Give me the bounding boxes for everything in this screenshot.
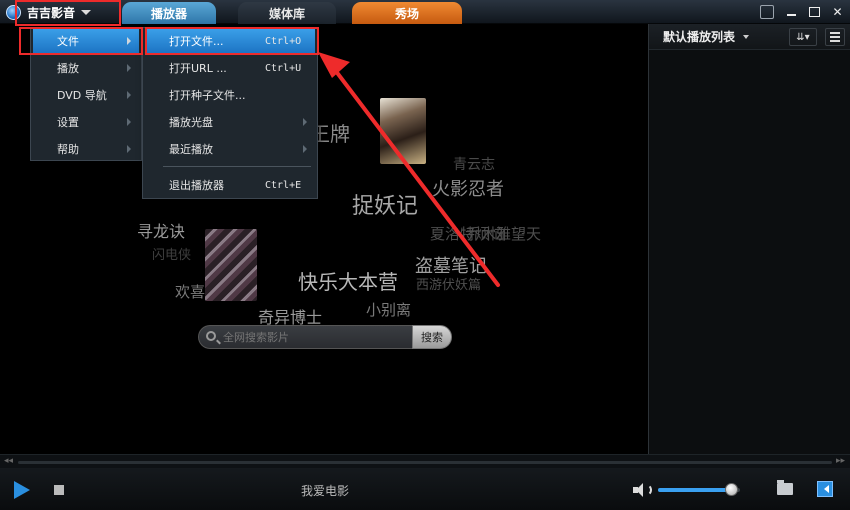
seek-forward-icon[interactable]: ▸▸ [836, 456, 845, 466]
menu-item-exit[interactable]: 退出播放器 Ctrl+E [145, 173, 315, 197]
menu-item-label: 帮助 [57, 143, 79, 156]
menu-item-settings[interactable]: 设置 [33, 110, 139, 134]
volume-fill [658, 488, 732, 492]
menu-item-open-url[interactable]: 打开URL ... Ctrl+U [145, 56, 315, 80]
menu-shortcut: Ctrl+O [265, 35, 302, 47]
menu-item-label: 打开URL ... [169, 62, 227, 75]
menu-shortcut: Ctrl+U [265, 62, 302, 74]
control-bar: 我爱电影 [0, 468, 850, 510]
movie-poster[interactable] [205, 229, 257, 301]
menu-item-open-torrent[interactable]: 打开种子文件... [145, 83, 315, 107]
skin-icon[interactable] [760, 5, 774, 19]
close-icon[interactable]: ✕ [829, 3, 846, 20]
menu-item-label: 文件 [57, 35, 79, 48]
menu-item-help[interactable]: 帮助 [33, 137, 139, 161]
search-bar: 搜索 [198, 325, 454, 349]
app-dropdown-menu: 文件 播放 DVD 导航 设置 帮助 [30, 27, 142, 161]
playlist-title[interactable]: 默认播放列表 [663, 28, 735, 45]
search-button[interactable]: 搜索 [412, 325, 452, 349]
file-submenu: 打开文件... Ctrl+O 打开URL ... Ctrl+U 打开种子文件..… [142, 27, 318, 199]
volume-slider[interactable] [658, 483, 740, 496]
menu-item-file[interactable]: 文件 [33, 29, 139, 53]
movie-poster[interactable] [380, 98, 426, 164]
app-name: 吉吉影音 [27, 5, 76, 20]
chevron-right-icon [127, 64, 131, 72]
chevron-right-icon [127, 145, 131, 153]
chevron-right-icon [127, 91, 131, 99]
tag-cloud-item[interactable]: 快乐大本营 [298, 266, 398, 295]
tag-cloud-item[interactable]: 欢喜 [175, 281, 205, 302]
tag-cloud-item[interactable]: 小别离 [366, 299, 411, 320]
menu-item-play[interactable]: 播放 [33, 56, 139, 80]
search-input[interactable] [198, 325, 414, 349]
app-menu-button[interactable]: 吉吉影音 [2, 1, 118, 23]
menu-divider [163, 166, 311, 167]
volume-wave-icon [644, 484, 652, 496]
menu-icon[interactable] [825, 28, 845, 46]
sort-button[interactable]: ⇊▾ [789, 28, 817, 46]
menu-item-open-file[interactable]: 打开文件... Ctrl+O [145, 29, 315, 53]
menu-item-play-disc[interactable]: 播放光盘 [145, 110, 315, 134]
menu-item-label: 最近播放 [169, 143, 213, 156]
tag-cloud-item[interactable]: 寻龙诀 [137, 218, 185, 242]
chevron-right-icon [127, 37, 131, 45]
title-bar: 吉吉影音 播放器 媒体库 秀场 ✕ [0, 0, 850, 24]
menu-item-label: 设置 [57, 116, 79, 129]
tag-cloud-item[interactable]: 捉妖记 [352, 188, 418, 220]
menu-item-label: 打开种子文件... [169, 89, 246, 102]
menu-item-label: DVD 导航 [57, 89, 107, 102]
menu-item-label: 退出播放器 [169, 179, 224, 192]
menu-shortcut: Ctrl+E [265, 179, 302, 191]
progress-bar[interactable]: ◂◂ ▸▸ [0, 454, 850, 468]
menu-item-label: 播放光盘 [169, 116, 213, 129]
chevron-down-icon[interactable] [743, 34, 750, 39]
menu-item-label: 播放 [57, 62, 79, 75]
playlist-panel: 默认播放列表 ⇊▾ [648, 24, 850, 454]
tag-cloud-item[interactable]: 西游伏妖篇 [416, 274, 481, 293]
toggle-playlist-icon[interactable] [817, 481, 833, 497]
tag-cloud-item[interactable]: 青云志 [453, 154, 495, 174]
chevron-right-icon [127, 118, 131, 126]
progress-track[interactable] [18, 461, 832, 464]
tag-cloud-item[interactable]: 闪电侠 [152, 244, 191, 263]
tag-cloud-item[interactable]: 乔木雅望天 [466, 223, 541, 244]
menu-item-dvd[interactable]: DVD 导航 [33, 83, 139, 107]
search-icon [206, 331, 216, 341]
tab-media-library[interactable]: 媒体库 [238, 2, 336, 24]
volume-knob[interactable] [724, 483, 738, 496]
menu-item-label: 打开文件... [169, 35, 224, 48]
chevron-right-icon [303, 145, 307, 153]
globe-icon [6, 4, 21, 20]
tab-player[interactable]: 播放器 [122, 2, 216, 24]
chevron-down-icon [81, 9, 92, 15]
playlist-header[interactable]: 默认播放列表 [649, 24, 850, 50]
seek-back-icon[interactable]: ◂◂ [4, 456, 13, 466]
folder-icon[interactable] [777, 480, 793, 495]
menu-item-recent[interactable]: 最近播放 [145, 137, 315, 161]
now-playing-title: 我爱电影 [300, 484, 349, 498]
minimize-icon[interactable] [783, 3, 800, 20]
tab-show[interactable]: 秀场 [352, 2, 462, 24]
chevron-right-icon [303, 118, 307, 126]
tag-cloud-item[interactable]: 火影忍者 [432, 175, 504, 201]
maximize-icon[interactable] [806, 3, 823, 20]
